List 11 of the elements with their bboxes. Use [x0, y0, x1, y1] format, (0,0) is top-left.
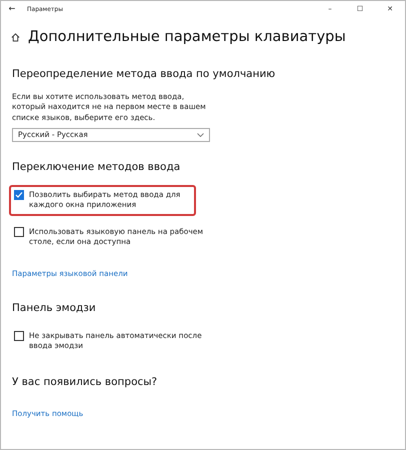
checkbox[interactable]: [14, 190, 24, 200]
section-heading: Панель эмодзи: [12, 300, 97, 316]
page-title: Дополнительные параметры клавиатуры: [28, 28, 346, 47]
chevron-down-icon: [197, 133, 204, 137]
section-heading: Переключение методов ввода: [12, 160, 182, 175]
section-heading: У вас появились вопросы?: [12, 374, 158, 390]
back-button[interactable]: ←: [1, 3, 23, 15]
section-heading: Переопределение метода ввода по умолчанию: [12, 66, 276, 82]
checkbox[interactable]: [14, 330, 24, 340]
home-icon[interactable]: [11, 33, 20, 42]
checkbox[interactable]: [14, 226, 24, 237]
